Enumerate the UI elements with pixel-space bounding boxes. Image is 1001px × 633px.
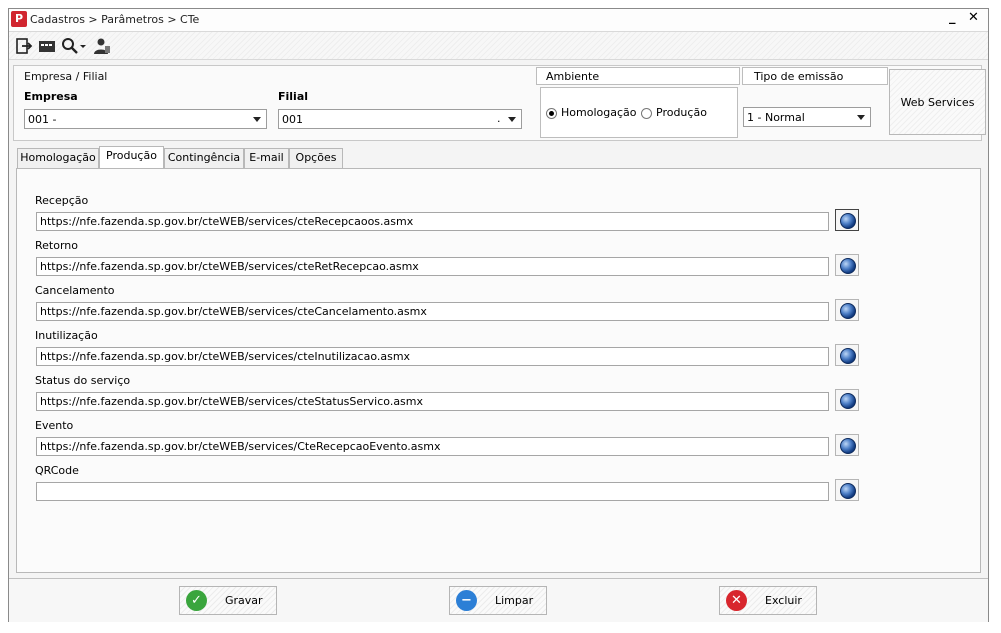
service-url-evento[interactable]: https://nfe.fazenda.sp.gov.br/cteWEB/ser… <box>36 437 829 456</box>
service-url-cancelamento[interactable]: https://nfe.fazenda.sp.gov.br/cteWEB/ser… <box>36 302 829 321</box>
radio-homologacao[interactable] <box>546 108 557 119</box>
save-label: Gravar <box>225 594 263 607</box>
web-services-button[interactable]: Web Services <box>889 69 986 135</box>
test-status-button[interactable] <box>835 389 859 411</box>
test-inutilizacao-button[interactable] <box>835 344 859 366</box>
minimize-button[interactable]: _ <box>949 10 956 25</box>
globe-icon <box>840 483 856 499</box>
save-button[interactable]: ✓ Gravar <box>179 586 277 615</box>
tipo-emissao-header: Tipo de emissão <box>742 67 888 85</box>
empresa-value: 001 - <box>28 113 57 126</box>
empresa-filial-title: Empresa / Filial <box>24 70 108 83</box>
service-label-qrcode: QRCode <box>35 464 79 477</box>
toolbar <box>9 32 988 60</box>
main-window: P Cadastros > Parâmetros > CTe _ ✕ Empre… <box>8 8 989 622</box>
service-label-status: Status do serviço <box>35 374 131 387</box>
chevron-down-icon <box>253 117 261 122</box>
chevron-down-icon <box>508 117 516 122</box>
clear-button[interactable]: − Limpar <box>449 586 547 615</box>
service-label-evento: Evento <box>35 419 74 432</box>
globe-icon <box>840 393 856 409</box>
service-url-inutilizacao[interactable]: https://nfe.fazenda.sp.gov.br/cteWEB/ser… <box>36 347 829 366</box>
tab-contingencia[interactable]: Contingência <box>164 148 244 168</box>
service-url-qrcode[interactable] <box>36 482 829 501</box>
globe-icon <box>840 258 856 274</box>
service-label-recepcao: Recepção <box>35 194 89 207</box>
close-button[interactable]: ✕ <box>968 10 979 25</box>
chevron-down-icon <box>857 115 865 120</box>
test-retorno-button[interactable] <box>835 254 859 276</box>
header-panel: Empresa / Filial Empresa 001 - Filial 00… <box>13 65 986 141</box>
tipo-emissao-select[interactable]: 1 - Normal <box>743 107 871 127</box>
globe-icon <box>840 303 856 319</box>
globe-icon <box>840 348 856 364</box>
card-icon[interactable] <box>38 37 56 55</box>
radio-producao-label[interactable]: Produção <box>656 106 707 119</box>
test-qrcode-button[interactable] <box>835 479 859 501</box>
ambiente-header: Ambiente <box>536 67 740 85</box>
exit-icon[interactable] <box>15 37 33 55</box>
service-url-retorno[interactable]: https://nfe.fazenda.sp.gov.br/cteWEB/ser… <box>36 257 829 276</box>
delete-button[interactable]: ✕ Excluir <box>719 586 817 615</box>
globe-icon <box>840 213 856 229</box>
service-url-recepcao[interactable]: https://nfe.fazenda.sp.gov.br/cteWEB/ser… <box>36 212 829 231</box>
app-logo-icon: P <box>11 11 27 27</box>
tab-producao[interactable]: Produção <box>99 146 164 168</box>
empresa-select[interactable]: 001 - <box>24 109 267 129</box>
minus-icon: − <box>456 590 477 611</box>
ambiente-group: Homologação Produção <box>540 87 738 138</box>
service-label-cancelamento: Cancelamento <box>35 284 115 297</box>
radio-producao[interactable] <box>641 108 652 119</box>
title-bar: P Cadastros > Parâmetros > CTe _ ✕ <box>9 9 988 32</box>
ambiente-title: Ambiente <box>546 70 600 83</box>
search-icon[interactable] <box>61 37 87 55</box>
tab-homologacao[interactable]: Homologação <box>17 148 99 168</box>
clear-label: Limpar <box>495 594 534 607</box>
x-icon: ✕ <box>726 590 747 611</box>
filial-label: Filial <box>278 90 309 103</box>
tipo-emissao-value: 1 - Normal <box>747 111 805 124</box>
test-recepcao-button[interactable] <box>835 209 859 231</box>
filial-value: 001 <box>282 113 303 126</box>
tipo-emissao-title: Tipo de emissão <box>754 70 844 83</box>
filial-suffix: . <box>497 112 501 125</box>
service-url-status[interactable]: https://nfe.fazenda.sp.gov.br/cteWEB/ser… <box>36 392 829 411</box>
filial-select[interactable]: 001 . <box>278 109 522 129</box>
delete-label: Excluir <box>765 594 802 607</box>
window-title: Cadastros > Parâmetros > CTe <box>30 13 200 26</box>
tab-content-producao: Recepção https://nfe.fazenda.sp.gov.br/c… <box>16 168 981 573</box>
test-cancelamento-button[interactable] <box>835 299 859 321</box>
radio-homologacao-label[interactable]: Homologação <box>561 106 636 119</box>
test-evento-button[interactable] <box>835 434 859 456</box>
empresa-label: Empresa <box>24 90 78 103</box>
user-icon[interactable] <box>93 37 111 55</box>
tab-opcoes[interactable]: Opções <box>289 148 343 168</box>
globe-icon <box>840 438 856 454</box>
tab-email[interactable]: E-mail <box>244 148 289 168</box>
check-icon: ✓ <box>186 590 207 611</box>
service-label-inutilizacao: Inutilização <box>35 329 98 342</box>
service-label-retorno: Retorno <box>35 239 78 252</box>
footer-actions: ✓ Gravar − Limpar ✕ Excluir <box>9 578 988 622</box>
